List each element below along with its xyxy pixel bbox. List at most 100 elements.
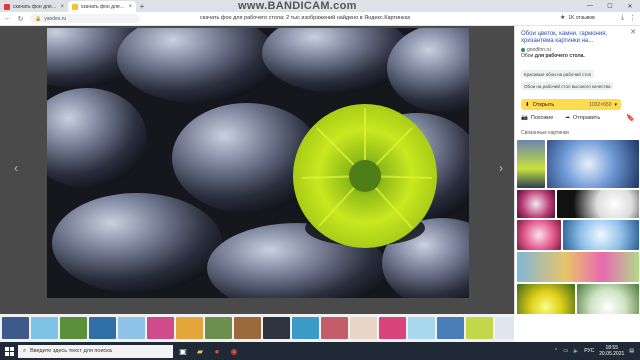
task-view-icon[interactable]: ▣ bbox=[176, 344, 190, 358]
language-indicator[interactable]: РУС bbox=[584, 348, 594, 354]
image-description: Обои для рабочего стола. bbox=[521, 53, 585, 59]
tab-search-2[interactable]: скачать фон для рабочег × bbox=[68, 1, 136, 12]
system-tray: ⌃ ▭ 🔈 РУС 18:55 20.05.2021 ▤ bbox=[554, 345, 640, 357]
image-viewer: ‹ › bbox=[0, 26, 514, 314]
bandicam-icon[interactable]: ◉ bbox=[227, 344, 241, 358]
tab-close-icon[interactable]: × bbox=[128, 4, 132, 10]
clock[interactable]: 18:55 20.05.2021 bbox=[599, 345, 624, 357]
desc-bold: для рабочего стола. bbox=[534, 53, 585, 59]
related-thumb[interactable] bbox=[547, 140, 639, 188]
url-text: yandex.ru bbox=[44, 15, 67, 22]
notification-icon[interactable]: ▤ bbox=[629, 348, 634, 354]
filmstrip-thumb[interactable] bbox=[495, 317, 514, 339]
menu-icon[interactable]: ⋮ bbox=[629, 14, 636, 22]
tray-up-arrow-icon[interactable]: ⌃ bbox=[554, 348, 558, 354]
filmstrip-thumb[interactable] bbox=[350, 317, 377, 339]
pebbles-chrysanthemum-image bbox=[47, 28, 469, 298]
related-thumb[interactable] bbox=[517, 284, 575, 314]
search-icon: ⌕ bbox=[23, 347, 27, 354]
related-thumb[interactable] bbox=[563, 220, 639, 250]
start-button[interactable] bbox=[0, 342, 18, 360]
volume-icon[interactable]: 🔈 bbox=[573, 348, 579, 354]
tab-title: скачать фон для рабочег bbox=[13, 3, 57, 10]
desc-prefix: Обои bbox=[521, 53, 535, 59]
share-icon: ➦ bbox=[565, 115, 570, 121]
yandex-favicon-icon bbox=[4, 3, 10, 10]
minimize-icon[interactable]: — bbox=[580, 0, 600, 12]
next-image-arrow[interactable]: › bbox=[495, 156, 507, 180]
windows-logo-icon bbox=[4, 346, 14, 356]
clock-date: 20.05.2021 bbox=[599, 351, 625, 357]
lock-icon: 🔒 bbox=[35, 15, 42, 22]
address-bar: ← ↻ 🔒 yandex.ru скачать фон для рабочего… bbox=[0, 12, 640, 26]
reviews-badge[interactable]: ★ 1K отзывов bbox=[560, 14, 595, 22]
related-thumb[interactable] bbox=[517, 252, 639, 282]
network-icon[interactable]: ▭ bbox=[563, 348, 568, 354]
reload-icon[interactable]: ↻ bbox=[17, 15, 24, 23]
chevron-down-icon[interactable]: ▾ bbox=[614, 102, 617, 108]
windows-taskbar: ⌕ Введите здесь текст для поиска ▣ ▰ ● ◉… bbox=[0, 342, 640, 360]
yandex-images-favicon-icon bbox=[72, 3, 78, 10]
maximize-icon[interactable]: ☐ bbox=[600, 0, 620, 12]
bookmark-icon[interactable]: 🔖 bbox=[626, 114, 635, 122]
prev-image-arrow[interactable]: ‹ bbox=[10, 156, 22, 180]
filmstrip-thumb[interactable] bbox=[292, 317, 319, 339]
tag-chip[interactable]: Обои на рабочий стол высокого качества bbox=[521, 82, 614, 90]
related-thumb[interactable] bbox=[517, 140, 545, 188]
download-icon[interactable]: ⤓ bbox=[621, 14, 624, 22]
share-button[interactable]: ➦ Отправить bbox=[565, 115, 600, 121]
related-thumb[interactable] bbox=[517, 190, 555, 218]
open-label: Открыть bbox=[532, 101, 555, 108]
open-image-button[interactable]: ⬇ Открыть 1032×650 ▾ bbox=[521, 99, 621, 110]
filmstrip-thumb[interactable] bbox=[263, 317, 290, 339]
similar-button[interactable]: 📷 Похожие bbox=[521, 115, 553, 121]
filmstrip-thumb[interactable] bbox=[408, 317, 435, 339]
url-field[interactable]: 🔒 yandex.ru bbox=[30, 14, 140, 23]
filmstrip-thumb[interactable] bbox=[60, 317, 87, 339]
tag-chip[interactable]: Красивые обои на рабочий стол bbox=[521, 70, 595, 78]
tab-search-1[interactable]: скачать фон для рабочег × bbox=[0, 1, 68, 12]
folder-icon[interactable]: ▰ bbox=[193, 344, 207, 358]
close-panel-icon[interactable]: ✕ bbox=[630, 28, 636, 36]
page-title: скачать фон для рабочего стола: 2 тыс из… bbox=[200, 15, 411, 21]
filmstrip-thumb[interactable] bbox=[147, 317, 174, 339]
similar-label: Похожие bbox=[530, 115, 554, 121]
filmstrip-thumb[interactable] bbox=[31, 317, 58, 339]
filmstrip-thumb[interactable] bbox=[89, 317, 116, 339]
related-thumb[interactable] bbox=[557, 190, 639, 218]
star-icon: ★ bbox=[560, 15, 566, 21]
thumbnail-filmstrip bbox=[0, 314, 514, 342]
tab-title: скачать фон для рабочег bbox=[81, 3, 125, 10]
filmstrip-thumb[interactable] bbox=[234, 317, 261, 339]
filmstrip-thumb[interactable] bbox=[205, 317, 232, 339]
related-images-label: Связанные картинки bbox=[521, 130, 569, 136]
site-favicon-icon bbox=[521, 48, 525, 52]
filmstrip-thumb[interactable] bbox=[118, 317, 145, 339]
filmstrip-thumb[interactable] bbox=[379, 317, 406, 339]
download-arrow-icon: ⬇ bbox=[525, 101, 530, 108]
camera-icon: 📷 bbox=[521, 115, 528, 121]
main-photo[interactable] bbox=[47, 28, 469, 298]
image-actions: 📷 Похожие ➦ Отправить 🔖 bbox=[521, 114, 635, 122]
filmstrip-thumb[interactable] bbox=[2, 317, 29, 339]
related-thumb[interactable] bbox=[577, 284, 639, 314]
filmstrip-thumb[interactable] bbox=[466, 317, 493, 339]
search-placeholder: Введите здесь текст для поиска bbox=[30, 348, 112, 354]
filmstrip-thumb[interactable] bbox=[321, 317, 348, 339]
image-info-panel: ✕ Обои цветок, камни, гармония, хризанте… bbox=[514, 26, 640, 314]
image-source-title[interactable]: Обои цветок, камни, гармония, хризантема… bbox=[521, 31, 625, 45]
filmstrip-thumb[interactable] bbox=[176, 317, 203, 339]
share-label: Отправить bbox=[572, 115, 601, 121]
new-tab-button[interactable]: + bbox=[136, 1, 148, 12]
taskbar-search[interactable]: ⌕ Введите здесь текст для поиска bbox=[18, 344, 173, 358]
tab-close-icon[interactable]: × bbox=[60, 4, 64, 10]
filmstrip-thumb[interactable] bbox=[437, 317, 464, 339]
back-icon[interactable]: ← bbox=[4, 15, 11, 22]
reviews-count: 1K отзывов bbox=[568, 14, 595, 21]
related-thumb[interactable] bbox=[517, 220, 561, 250]
window-controls: — ☐ ✕ bbox=[580, 0, 640, 12]
chrome-icon[interactable]: ● bbox=[210, 344, 224, 358]
bandicam-watermark: www.BANDICAM.com bbox=[238, 0, 357, 12]
image-size: 1032×650 bbox=[589, 101, 612, 108]
close-window-icon[interactable]: ✕ bbox=[620, 0, 640, 12]
